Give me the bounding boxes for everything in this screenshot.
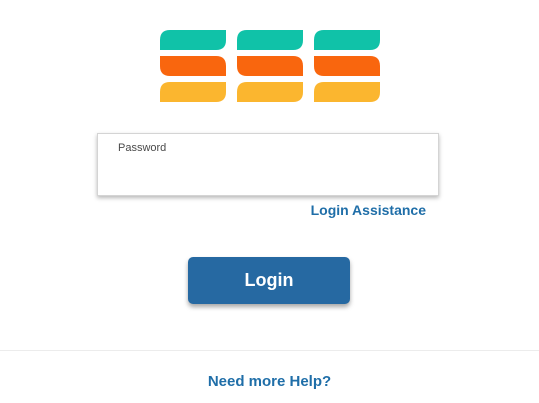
logo-bar bbox=[160, 82, 226, 102]
logo-bar bbox=[160, 56, 226, 76]
login-page: Password Login Assistance Login Need mor… bbox=[0, 0, 539, 403]
need-more-help-link[interactable]: Need more Help? bbox=[0, 373, 539, 390]
logo-bar bbox=[314, 56, 380, 76]
password-input[interactable] bbox=[118, 162, 418, 186]
password-label: Password bbox=[118, 142, 167, 154]
login-assistance-link[interactable]: Login Assistance bbox=[311, 202, 426, 218]
login-button[interactable]: Login bbox=[188, 257, 350, 304]
logo-bar bbox=[160, 30, 226, 50]
logo-bar bbox=[314, 30, 380, 50]
logo-bar bbox=[237, 82, 303, 102]
logo-bar bbox=[314, 82, 380, 102]
logo-bar bbox=[237, 30, 303, 50]
logo-bar bbox=[237, 56, 303, 76]
password-field-card[interactable]: Password bbox=[97, 133, 439, 196]
ess-logo bbox=[160, 30, 380, 102]
divider bbox=[0, 350, 539, 351]
